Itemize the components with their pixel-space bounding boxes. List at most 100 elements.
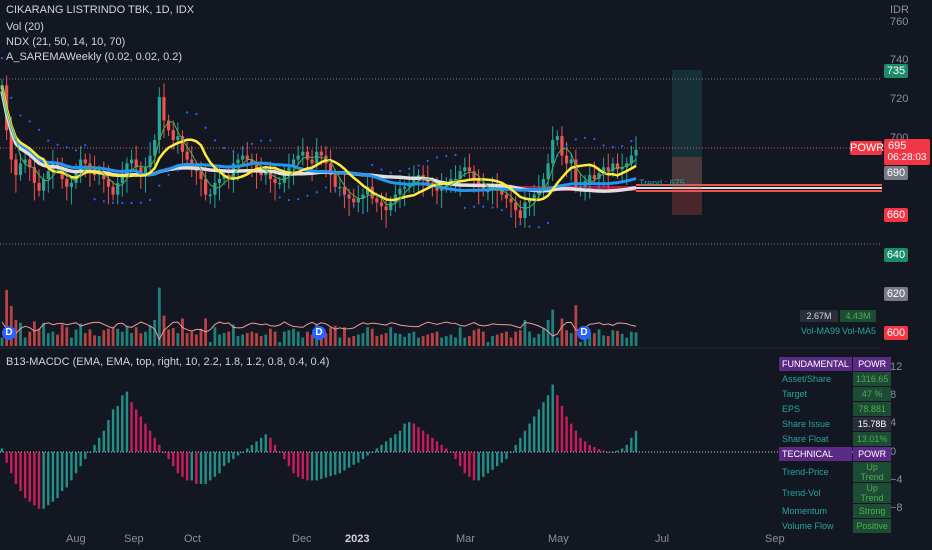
macd-bar (241, 452, 244, 453)
sar-dot (232, 150, 235, 153)
countdown-badge: 06:28:03 (884, 151, 930, 165)
row-value: 78.881 (852, 402, 892, 416)
volume-bar (79, 323, 83, 346)
macd-bar (246, 448, 249, 452)
macd-bar (97, 437, 101, 452)
sar-dot (528, 225, 531, 228)
sar-dot (297, 198, 300, 201)
macd-bar (139, 416, 143, 452)
ticker-badge: POWR (850, 141, 885, 155)
sar-dot (546, 221, 550, 224)
macd-bar (320, 452, 323, 479)
volume-bar (148, 325, 152, 346)
candle-body (157, 97, 161, 140)
sar-dot (352, 204, 355, 207)
macd-bar (528, 423, 531, 452)
sar-dot (28, 120, 31, 123)
volume-bar (236, 336, 240, 346)
volume-bar (417, 337, 420, 346)
candle-body (384, 206, 388, 211)
sar-dot (195, 112, 198, 116)
volume-bar (574, 305, 578, 346)
volume-bar (616, 330, 619, 346)
row-label: Trend-Vol (779, 483, 852, 503)
volume-bar (412, 331, 416, 346)
x-label: Oct (184, 533, 202, 545)
volume-bar (255, 333, 258, 346)
candle-body (389, 202, 393, 211)
candle-body (333, 175, 337, 187)
macd-bar (454, 452, 457, 460)
candle-body (176, 136, 180, 140)
candle-body (14, 159, 18, 176)
volume-bar (134, 327, 138, 346)
macd-bar (630, 437, 633, 452)
macd-bar (472, 452, 476, 481)
volume-bar (343, 327, 346, 346)
volume-value-2: 4.43M (840, 310, 876, 322)
volume-bar (625, 337, 629, 346)
macd-bar (380, 444, 383, 452)
sar-dot (324, 186, 328, 189)
volume-bar (602, 335, 606, 346)
candle-body (509, 198, 513, 203)
row-value: Up Trend (852, 462, 892, 482)
candle-body (523, 202, 527, 218)
volume-bar (444, 336, 448, 346)
macd-bar (172, 452, 175, 467)
candle-body (569, 159, 573, 164)
dividend-marker[interactable]: D (2, 326, 16, 340)
macd-bar (65, 452, 68, 488)
macd-bar (255, 441, 258, 452)
sar-dot (213, 139, 216, 142)
volume-bar (282, 331, 286, 346)
candle-body (245, 155, 249, 160)
row-value: Strong (852, 504, 892, 518)
macd-bar (556, 395, 559, 452)
volume-bar (518, 330, 522, 346)
sar-dot (37, 128, 41, 131)
macd-bar (37, 452, 41, 509)
volume-bar (167, 329, 170, 346)
macd-bar (324, 452, 328, 478)
macd-bar (343, 452, 346, 471)
volume-bar (468, 336, 471, 346)
row-value: Positive (852, 519, 892, 533)
macd-bar (537, 409, 541, 452)
macd-bar (426, 434, 429, 452)
volume-bar (56, 334, 59, 346)
macd-bar (371, 452, 374, 453)
dividend-marker[interactable]: D (577, 326, 591, 340)
x-label: 2023 (345, 533, 370, 545)
macd-bar (185, 452, 189, 481)
volume-bar (393, 333, 397, 346)
sar-dot (343, 195, 346, 198)
macd-bar (329, 452, 332, 477)
badge-735: 735 (884, 64, 908, 78)
volume-bar (213, 327, 217, 346)
volume-bar (430, 333, 434, 346)
macd-bar (412, 423, 416, 452)
sar-dot (260, 139, 263, 142)
macd-bar (264, 434, 267, 452)
candle-body (241, 155, 245, 160)
candle-body (296, 155, 300, 160)
macd-bar (259, 437, 263, 452)
macd-bar (292, 452, 295, 474)
volume-value-1: 2.67M (800, 310, 838, 322)
macd-bar (620, 448, 624, 452)
macd-bar (366, 452, 369, 456)
macd-bar (445, 448, 448, 452)
x-label: May (548, 533, 569, 545)
sar-dot (47, 139, 50, 142)
sar-dot (593, 137, 596, 141)
candle-body (403, 186, 407, 189)
dividend-marker[interactable]: D (312, 326, 326, 340)
volume-bar (495, 334, 499, 346)
sar-dot (371, 163, 374, 167)
candle-body (347, 194, 351, 199)
macd-bar (417, 427, 420, 452)
sar-dot (417, 164, 420, 167)
badge-620: 620 (884, 287, 908, 301)
volume-bar (509, 337, 513, 346)
